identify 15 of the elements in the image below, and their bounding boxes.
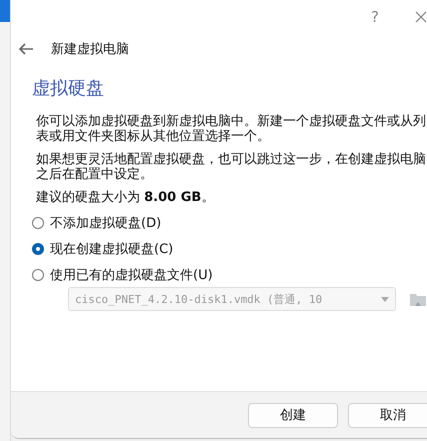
dialog-button[interactable]: 创建 — [248, 402, 338, 428]
help-button[interactable]: ? — [352, 0, 398, 34]
page-heading: 虚拟硬盘 — [32, 77, 105, 100]
folder-icon — [409, 291, 427, 307]
description-text: 你可以添加虚拟硬盘到新虚拟电脑中。新建一个虚拟硬盘文件或从列表或用文件夹图标从其他位置选择一个。 — [36, 114, 427, 144]
wizard-title: 新建虚拟电脑 — [51, 41, 129, 58]
radio-option[interactable]: 现在创建虚拟硬盘(C) — [32, 239, 427, 259]
dialog-button[interactable]: 取消 — [348, 402, 427, 428]
radio-option[interactable]: 使用已有的虚拟硬盘文件(U) — [32, 265, 427, 285]
close-icon — [415, 11, 427, 23]
radio-option[interactable]: 不添加虚拟硬盘(D) — [32, 213, 427, 233]
back-arrow-icon — [18, 43, 34, 55]
description-text: 如果想更灵活地配置虚拟硬盘，也可以跳过这一步，在创建虚拟电脑之后在配置中设定。 — [36, 152, 427, 182]
dropdown-caret-icon — [381, 296, 389, 302]
description-text: 建议的硬盘大小为 8.00 GB。 — [36, 190, 216, 205]
